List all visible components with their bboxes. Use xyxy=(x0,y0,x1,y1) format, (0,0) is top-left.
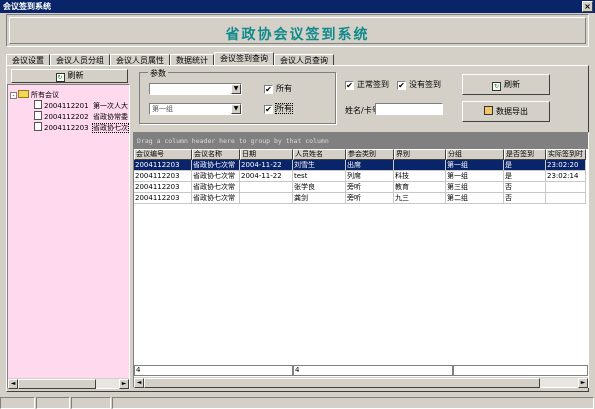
refresh-button[interactable]: ↻ 刷新 xyxy=(462,74,550,95)
scroll-left-icon[interactable]: ◄ xyxy=(134,378,144,388)
footer-count-1: 4 xyxy=(134,365,293,376)
document-icon xyxy=(34,100,42,109)
column-header-signed[interactable]: 是否签到 xyxy=(504,149,546,160)
banner-title: 省政协会议签到系统 xyxy=(225,27,370,43)
column-header-group[interactable]: 分组 xyxy=(446,149,504,160)
name-card-input[interactable] xyxy=(375,103,443,115)
not-signed-checkbox[interactable]: ✔ 没有签到 xyxy=(397,80,441,90)
document-icon xyxy=(34,111,42,120)
parameter-group: 参数 xyxy=(139,68,336,124)
footer-empty xyxy=(453,365,588,376)
normal-signin-checkbox[interactable]: ✔ 正常签到 xyxy=(345,80,389,90)
scroll-right-icon[interactable]: ► xyxy=(578,378,588,388)
footer-count-2: 4 xyxy=(293,365,453,376)
column-header-signin-time[interactable]: 实际签到时 xyxy=(546,149,586,160)
status-panel xyxy=(71,397,111,409)
signin-grid[interactable]: Drag a column header here to group by th… xyxy=(133,132,589,388)
export-button[interactable]: 数据导出 xyxy=(462,101,550,122)
close-button[interactable]: × xyxy=(582,1,593,12)
checkbox-icon[interactable]: ✔ xyxy=(397,81,406,90)
scroll-thumb[interactable] xyxy=(18,379,96,389)
scroll-left-icon[interactable]: ◄ xyxy=(8,379,18,389)
export-icon xyxy=(484,106,493,115)
tab-signin-query[interactable]: 会议签到查询 xyxy=(214,52,274,66)
refresh-icon: ↻ xyxy=(55,73,65,82)
collapse-icon[interactable]: - xyxy=(10,92,17,99)
document-icon xyxy=(34,122,42,131)
tree-item[interactable]: 2004112201 第一次人大 xyxy=(34,100,128,111)
checkbox-icon[interactable]: ✔ xyxy=(264,105,273,114)
category-select[interactable]: ▼ xyxy=(149,83,242,95)
table-row[interactable]: 2004112203 省政协七次常 龚剑 旁听 九三 第二组 否 xyxy=(134,193,586,204)
status-panel xyxy=(0,397,35,409)
column-header-sector[interactable]: 界别 xyxy=(394,149,446,160)
grid-horizontal-scrollbar[interactable]: ◄ ► xyxy=(134,377,588,388)
checkbox-icon[interactable]: ✔ xyxy=(345,81,354,90)
column-header-attendance-type[interactable]: 参会类别 xyxy=(346,149,394,160)
folder-icon xyxy=(18,90,29,98)
table-row[interactable]: 2004112203 省政协七次常 2004-11-22 刘雪生 出席 第一组 … xyxy=(134,160,586,171)
column-header-date[interactable]: 日期 xyxy=(240,149,293,160)
status-panel xyxy=(112,397,594,409)
title-bar: 会议签到系统 × xyxy=(0,0,595,13)
group-select[interactable]: 第一组 ▼ xyxy=(149,103,242,115)
scroll-right-icon[interactable]: ► xyxy=(119,379,129,389)
checkbox-icon[interactable]: ✔ xyxy=(264,85,273,94)
tree-refresh-button[interactable]: ↻ 刷新 xyxy=(11,69,128,83)
tree-horizontal-scrollbar[interactable]: ◄ ► xyxy=(8,378,129,389)
parameter-group-label: 参数 xyxy=(148,68,168,79)
column-header-meeting-name[interactable]: 会议名称 xyxy=(192,149,240,160)
column-header-meeting-id[interactable]: 会议编号 xyxy=(134,149,192,160)
table-row[interactable]: 2004112203 省政协七次常 张学良 旁听 教育 第三组 否 xyxy=(134,182,586,193)
dropdown-arrow-icon[interactable]: ▼ xyxy=(231,84,241,94)
banner: 省政协会议签到系统 xyxy=(6,14,589,47)
tree-root[interactable]: - 所有会议 xyxy=(10,90,59,100)
dropdown-arrow-icon[interactable]: ▼ xyxy=(231,104,241,114)
scroll-thumb[interactable] xyxy=(144,378,540,388)
tree-item[interactable]: 2004112203 省政协七次 xyxy=(34,122,129,133)
window-title: 会议签到系统 xyxy=(3,2,51,11)
column-header-person-name[interactable]: 人员姓名 xyxy=(293,149,346,160)
all-checkbox-2[interactable]: ✔ 所有 xyxy=(264,103,293,114)
refresh-icon: ↻ xyxy=(492,82,501,91)
meeting-tree[interactable]: - 所有会议 2004112201 第一次人大 2004112202 省政协常委 … xyxy=(7,84,130,389)
grid-header: 会议编号 会议名称 日期 人员姓名 参会类别 界别 分组 是否签到 实际签到时 xyxy=(134,149,586,160)
group-by-hint[interactable]: Drag a column header here to group by th… xyxy=(134,133,588,149)
table-row[interactable]: 2004112203 省政协七次常 2004-11-22 test 列席 科技 … xyxy=(134,171,586,182)
app-window: 会议签到系统 × 省政协会议签到系统 会议设置 会议人员分组 会议人员属性 数据… xyxy=(0,0,595,409)
status-bar xyxy=(0,397,595,409)
all-checkbox-1[interactable]: ✔ 所有 xyxy=(264,84,292,94)
status-panel xyxy=(36,397,70,409)
tree-item[interactable]: 2004112202 省政协常委 xyxy=(34,111,128,122)
